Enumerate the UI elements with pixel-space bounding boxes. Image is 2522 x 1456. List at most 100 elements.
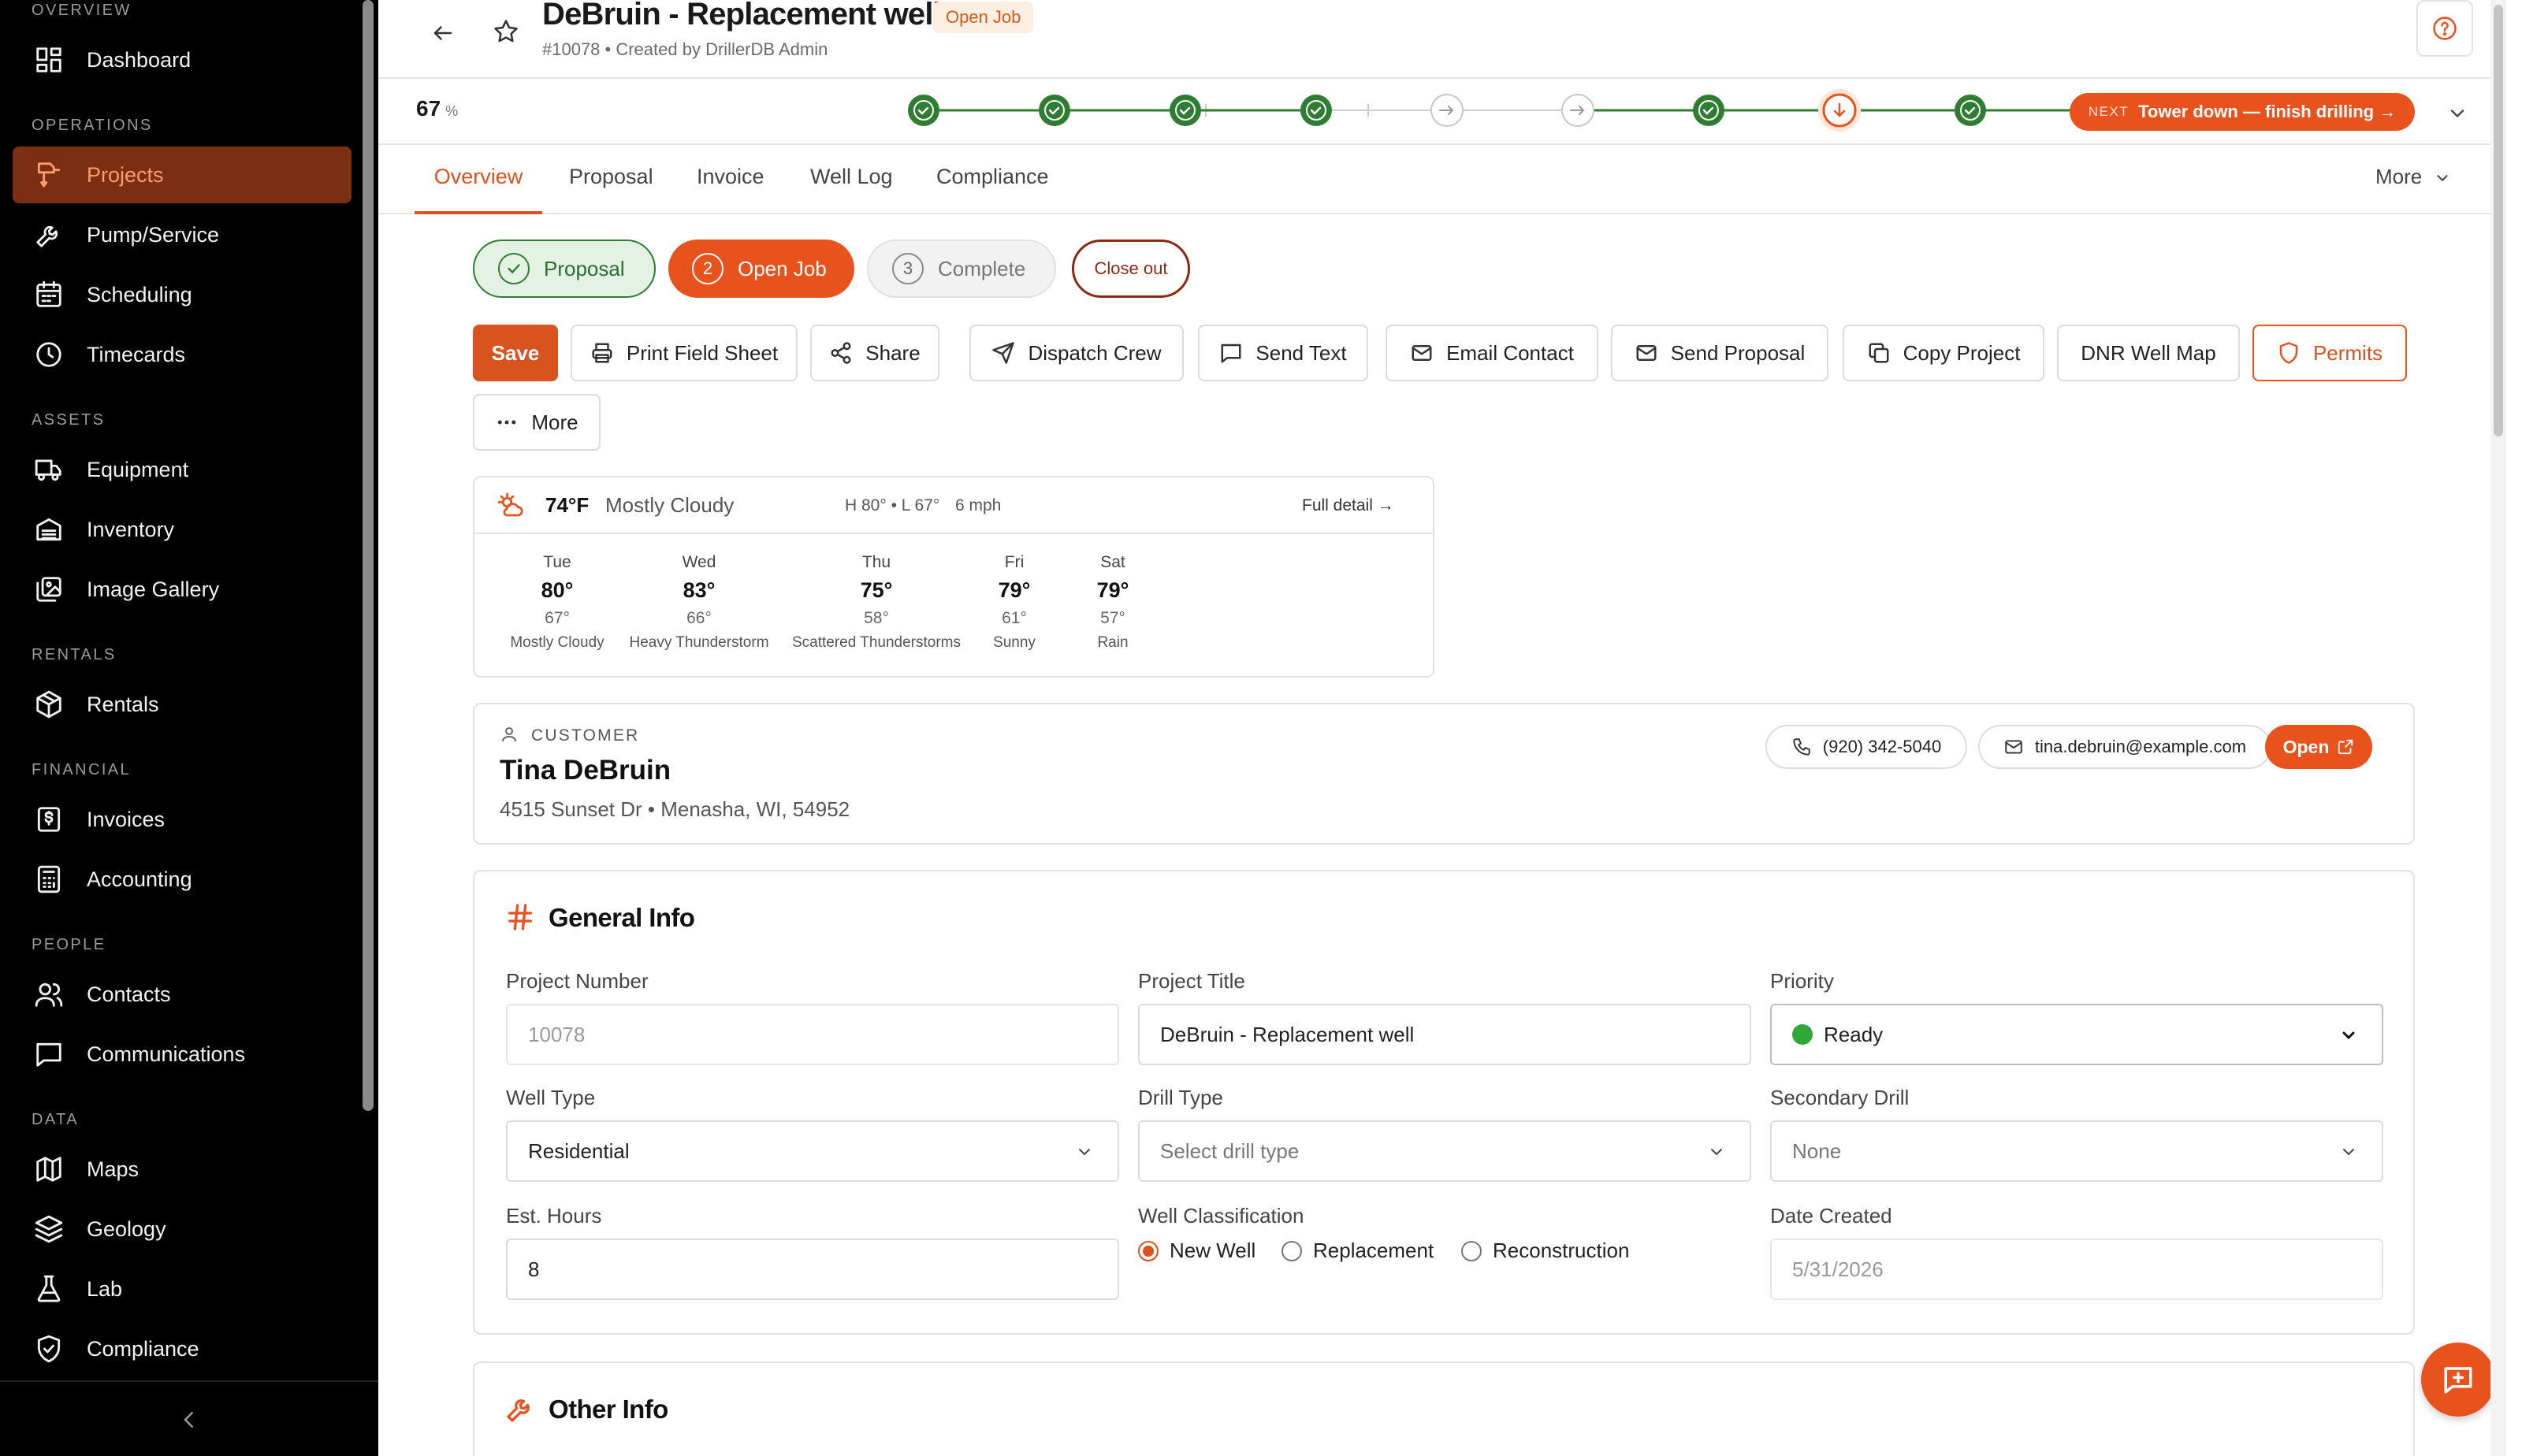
status-step-complete[interactable]: 3 Complete — [867, 240, 1056, 298]
phone-icon — [1793, 738, 1810, 756]
well-classification-label: Well Classification — [1138, 1204, 1304, 1228]
project-number-label: Project Number — [506, 969, 649, 993]
classification-radio-replacement[interactable]: Replacement — [1281, 1239, 1434, 1263]
dnr-well-map-button[interactable]: DNR Well Map — [2057, 325, 2240, 381]
back-button[interactable] — [424, 14, 462, 52]
warehouse-icon — [32, 512, 66, 547]
forecast-day: Fri 79° 61° Sunny — [993, 553, 1036, 651]
project-title-input[interactable]: DeBruin - Replacement well — [1138, 1004, 1751, 1065]
green-circle-icon — [1792, 1024, 1813, 1045]
tab-compliance[interactable]: Compliance — [936, 147, 1049, 214]
sidebar: OVERVIEW Dashboard OPERATIONS Projects P… — [0, 0, 378, 1456]
sidebar-section-people: PEOPLE — [32, 936, 106, 953]
radio-unselected — [1281, 1240, 1302, 1261]
tab-proposal[interactable]: Proposal — [569, 147, 653, 214]
general-info-title: General Info — [549, 903, 695, 932]
sidebar-item-projects[interactable]: Projects — [13, 147, 352, 203]
sidebar-item-equipment[interactable]: Equipment — [13, 441, 352, 498]
users-icon — [32, 977, 66, 1012]
send-proposal-button[interactable]: Send Proposal — [1611, 325, 1828, 381]
hash-icon — [508, 904, 532, 930]
classification-radio-new-well[interactable]: New Well — [1138, 1239, 1255, 1263]
mail-icon — [1412, 345, 1432, 361]
sidebar-collapse-button[interactable] — [173, 1404, 205, 1436]
permits-button[interactable]: Permits — [2252, 325, 2407, 381]
more-actions-button[interactable]: More — [473, 394, 601, 451]
expand-progress-button[interactable] — [2443, 99, 2472, 128]
send-text-button[interactable]: Send Text — [1198, 325, 1368, 381]
sidebar-item-inventory[interactable]: Inventory — [13, 501, 352, 558]
feedback-chat-button[interactable] — [2421, 1343, 2495, 1417]
date-created-field: 5/31/2026 — [1770, 1239, 2383, 1300]
sidebar-item-label: Projects — [87, 162, 164, 187]
invoice-icon — [32, 802, 66, 837]
sidebar-item-label: Lab — [87, 1276, 123, 1301]
weather-temperature: 74°F — [545, 493, 590, 517]
sidebar-item-timecards[interactable]: Timecards — [13, 326, 352, 383]
sidebar-divider — [0, 1380, 378, 1382]
tab-well-log[interactable]: Well Log — [810, 147, 893, 214]
printer-icon — [592, 343, 612, 363]
status-step-proposal[interactable]: Proposal — [473, 240, 656, 298]
forecast-day: Tue 80° 67° Mostly Cloudy — [510, 553, 604, 651]
other-info-title: Other Info — [549, 1395, 668, 1424]
weather-full-detail-link[interactable]: Full detail → — [1302, 496, 1394, 515]
sidebar-item-lab[interactable]: Lab — [13, 1261, 352, 1317]
secondary-drill-select[interactable]: None — [1770, 1120, 2383, 1182]
tabs-more-button[interactable]: More — [2375, 147, 2451, 214]
close-out-button[interactable]: Close out — [1072, 240, 1190, 298]
customer-email-button[interactable]: tina.debruin@example.com — [1978, 725, 2271, 769]
sidebar-item-rentals[interactable]: Rentals — [13, 676, 352, 733]
sidebar-item-communications[interactable]: Communications — [13, 1026, 352, 1083]
image-gallery-icon — [32, 572, 66, 607]
chevron-down-icon — [2343, 1149, 2354, 1156]
page-title: DeBruin - Replacement well — [542, 0, 942, 32]
open-customer-button[interactable]: Open — [2265, 725, 2372, 769]
priority-select[interactable]: Ready — [1770, 1004, 2383, 1065]
sidebar-item-dashboard[interactable]: Dashboard — [13, 32, 352, 88]
next-step-button[interactable]: NEXT Tower down — finish drilling → — [2070, 93, 2415, 131]
sidebar-item-contacts[interactable]: Contacts — [13, 966, 352, 1023]
sidebar-item-geology[interactable]: Geology — [13, 1201, 352, 1257]
dispatch-crew-button[interactable]: Dispatch Crew — [969, 325, 1184, 381]
chevron-down-icon — [2437, 175, 2448, 182]
sidebar-item-pump-service[interactable]: Pump/Service — [13, 206, 352, 263]
help-button[interactable] — [2416, 0, 2473, 57]
well-type-select[interactable]: Residential — [506, 1120, 1119, 1182]
weather-high-low: H 80° • L 67° — [845, 496, 940, 514]
print-field-sheet-button[interactable]: Print Field Sheet — [571, 325, 798, 381]
sidebar-item-maps[interactable]: Maps — [13, 1141, 352, 1198]
est-hours-input[interactable]: 8 — [506, 1239, 1119, 1300]
status-step-open-job[interactable]: 2 Open Job — [668, 240, 854, 298]
wrench-icon — [32, 217, 66, 252]
well-type-label: Well Type — [506, 1086, 596, 1109]
forecast-day: Wed 83° 66° Heavy Thunderstorm — [629, 553, 769, 651]
copy-project-button[interactable]: Copy Project — [1843, 325, 2044, 381]
sidebar-item-label: Maps — [87, 1157, 139, 1181]
sidebar-section-rentals: RENTALS — [32, 646, 117, 663]
page-subtitle: #10078 • Created by DrillerDB Admin — [542, 39, 828, 59]
drill-type-select[interactable]: Select drill type — [1138, 1120, 1751, 1182]
sidebar-item-invoices[interactable]: Invoices — [13, 791, 352, 848]
sidebar-item-image-gallery[interactable]: Image Gallery — [13, 561, 352, 618]
customer-phone-button[interactable]: (920) 342-5040 — [1765, 725, 1967, 769]
save-button[interactable]: Save — [473, 325, 558, 381]
sidebar-item-label: Contacts — [87, 982, 171, 1006]
main-scrollbar[interactable] — [2490, 0, 2506, 1456]
sidebar-item-accounting[interactable]: Accounting — [13, 851, 352, 908]
sidebar-scrollbar[interactable] — [363, 0, 374, 1111]
share-button[interactable]: Share — [810, 325, 939, 381]
copy-icon — [1869, 343, 1889, 363]
tab-invoice[interactable]: Invoice — [697, 147, 764, 214]
main-scrollbar-thumb[interactable] — [2494, 5, 2503, 436]
star-icon — [494, 20, 518, 43]
sidebar-item-label: Inventory — [87, 517, 175, 541]
user-icon — [502, 727, 516, 742]
tab-overview[interactable]: Overview — [415, 147, 542, 214]
classification-radio-reconstruction[interactable]: Reconstruction — [1461, 1239, 1629, 1263]
favorite-button[interactable] — [487, 13, 525, 50]
customer-label: CUSTOMER — [531, 726, 640, 745]
sidebar-item-scheduling[interactable]: Scheduling — [13, 266, 352, 323]
email-contact-button[interactable]: Email Contact — [1386, 325, 1598, 381]
sidebar-item-compliance[interactable]: Compliance — [13, 1320, 352, 1377]
